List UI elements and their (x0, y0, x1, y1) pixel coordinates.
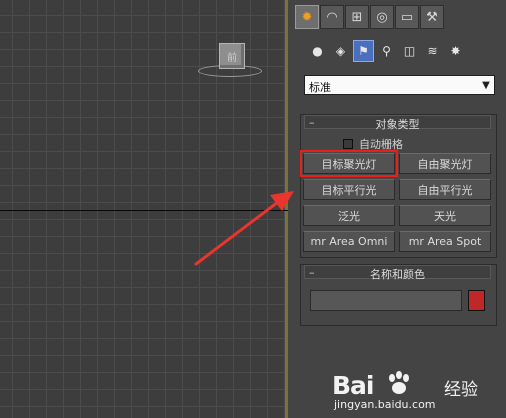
geometry-button[interactable]: ● (307, 40, 328, 62)
command-panel-tabs: ✹ ◠ ⊞ ◎ ▭ ⚒ (295, 5, 445, 29)
skylight-button[interactable]: 天光 (399, 205, 491, 226)
helpers-icon: ◫ (403, 44, 416, 58)
systems-icon: ✸ (450, 44, 461, 58)
display-icon: ▭ (400, 9, 414, 25)
tab-modify[interactable]: ◠ (320, 5, 344, 29)
create-icon: ✹ (301, 9, 313, 25)
omni-button[interactable]: 泛光 (303, 205, 395, 226)
name-color-rollout: – 名称和颜色 (300, 264, 497, 326)
app-window: 前 ✹ ◠ ⊞ ◎ ▭ ⚒ ● ◈ ⚑ ⚲ ◫ ≋ ✸ 标准 ▼ – 对象类型 (0, 0, 506, 418)
object-type-rollout-header[interactable]: – 对象类型 (304, 115, 491, 131)
baidu-jingyan-watermark: Bai 经验 jingyan.baidu.com (332, 368, 502, 414)
tab-utilities[interactable]: ⚒ (420, 5, 444, 29)
autogrid-option[interactable]: 自动栅格 (343, 136, 403, 152)
target-spot-button[interactable]: 目标聚光灯 (300, 150, 398, 177)
lights-button[interactable]: ⚑ (353, 40, 374, 62)
utilities-icon: ⚒ (426, 9, 438, 25)
chevron-down-icon[interactable]: ▼ (478, 76, 494, 94)
object-name-input[interactable] (310, 290, 462, 311)
viewcube[interactable]: 前 (198, 40, 262, 82)
watermark-logo: Bai (332, 371, 374, 400)
tab-create[interactable]: ✹ (295, 5, 319, 29)
autogrid-label: 自动栅格 (359, 138, 403, 151)
modify-icon: ◠ (326, 9, 338, 25)
watermark-site: 经验 (444, 380, 478, 400)
object-category-buttons: ● ◈ ⚑ ⚲ ◫ ≋ ✸ (307, 40, 468, 62)
shapes-button[interactable]: ◈ (330, 40, 351, 62)
tab-hierarchy[interactable]: ⊞ (345, 5, 369, 29)
object-type-rollout: – 对象类型 自动栅格 目标聚光灯 自由聚光灯 目标平行光 自由平行光 泛光 天… (300, 114, 497, 258)
geometry-icon: ● (312, 44, 323, 58)
dropdown-value: 标准 (309, 81, 331, 94)
tab-display[interactable]: ▭ (395, 5, 419, 29)
object-type-title: 对象类型 (375, 118, 420, 131)
cameras-button[interactable]: ⚲ (376, 40, 397, 62)
hierarchy-icon: ⊞ (351, 9, 363, 25)
space-warps-button[interactable]: ≋ (422, 40, 443, 62)
space-warps-icon: ≋ (427, 44, 438, 58)
systems-button[interactable]: ✸ (445, 40, 466, 62)
viewcube-label: 前 (227, 53, 237, 64)
name-color-rollout-header[interactable]: – 名称和颜色 (304, 265, 491, 281)
shapes-icon: ◈ (335, 44, 346, 58)
tab-motion[interactable]: ◎ (370, 5, 394, 29)
cameras-icon: ⚲ (382, 44, 391, 58)
name-color-title: 名称和颜色 (370, 268, 425, 281)
viewcube-box[interactable]: 前 (219, 43, 245, 69)
mr-area-omni-button[interactable]: mr Area Omni (303, 231, 395, 252)
target-direct-button[interactable]: 目标平行光 (303, 179, 395, 200)
mr-area-spot-button[interactable]: mr Area Spot (399, 231, 491, 252)
annotation-arrow-icon (194, 191, 294, 266)
light-category-dropdown[interactable]: 标准 ▼ (304, 75, 495, 95)
lights-icon: ⚑ (358, 44, 369, 58)
autogrid-checkbox[interactable] (343, 139, 353, 149)
object-color-swatch[interactable] (468, 290, 485, 311)
helpers-button[interactable]: ◫ (399, 40, 420, 62)
motion-icon: ◎ (376, 9, 388, 25)
free-direct-button[interactable]: 自由平行光 (399, 179, 491, 200)
paw-icon (389, 371, 409, 394)
free-spot-button[interactable]: 自由聚光灯 (399, 153, 491, 174)
watermark-url: jingyan.baidu.com (334, 398, 436, 411)
